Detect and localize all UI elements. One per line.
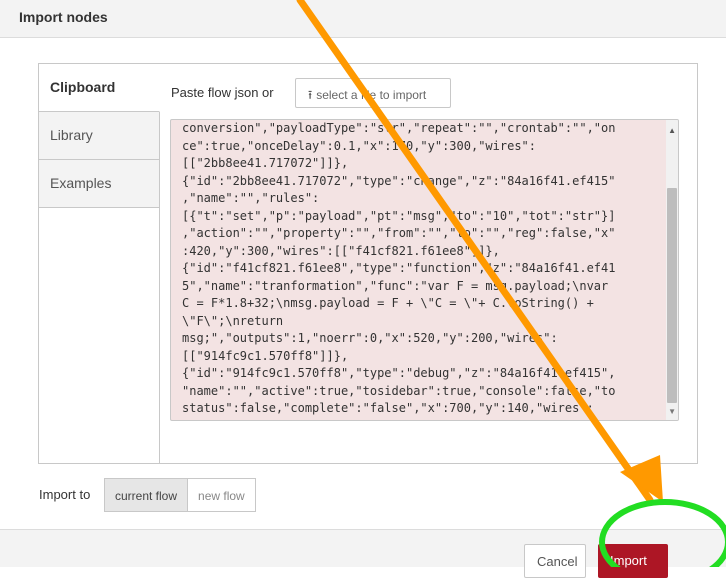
import-panel: Clipboard Library Examples Paste flow js… [38, 63, 698, 464]
dialog-title: Import nodes [19, 9, 108, 25]
paste-label: Paste flow json or [171, 85, 274, 100]
select-file-label: select a file to import [316, 88, 427, 102]
scroll-down-arrow-icon[interactable]: ▼ [668, 407, 676, 416]
dialog-titlebar: Import nodes [0, 0, 726, 38]
upload-icon: ⭱ [308, 88, 313, 102]
scroll-up-arrow-icon[interactable]: ▲ [668, 126, 676, 135]
clipboard-content: Paste flow json or ⭱ select a file to imp… [160, 64, 697, 463]
tab-library[interactable]: Library [39, 112, 159, 160]
tab-clipboard[interactable]: Clipboard [39, 64, 160, 112]
current-flow-button[interactable]: current flow [104, 478, 188, 512]
json-scrollbar[interactable]: ▲ ▼ [666, 120, 678, 420]
scroll-thumb[interactable] [667, 188, 677, 403]
json-textarea[interactable]: conversion","payloadType":"str","repeat"… [170, 119, 679, 421]
import-button[interactable]: Import [598, 544, 668, 578]
import-to-toggle: current flow new flow [104, 478, 256, 512]
select-file-button[interactable]: ⭱ select a file to import [295, 78, 451, 108]
json-text[interactable]: conversion","payloadType":"str","repeat"… [182, 120, 666, 420]
tab-examples[interactable]: Examples [39, 160, 159, 208]
cancel-button[interactable]: Cancel [524, 544, 586, 578]
dialog-footer: Cancel Import [0, 529, 726, 578]
new-flow-button[interactable]: new flow [187, 478, 256, 512]
import-to-label: Import to [39, 487, 91, 502]
import-tabs: Clipboard Library Examples [39, 64, 160, 463]
